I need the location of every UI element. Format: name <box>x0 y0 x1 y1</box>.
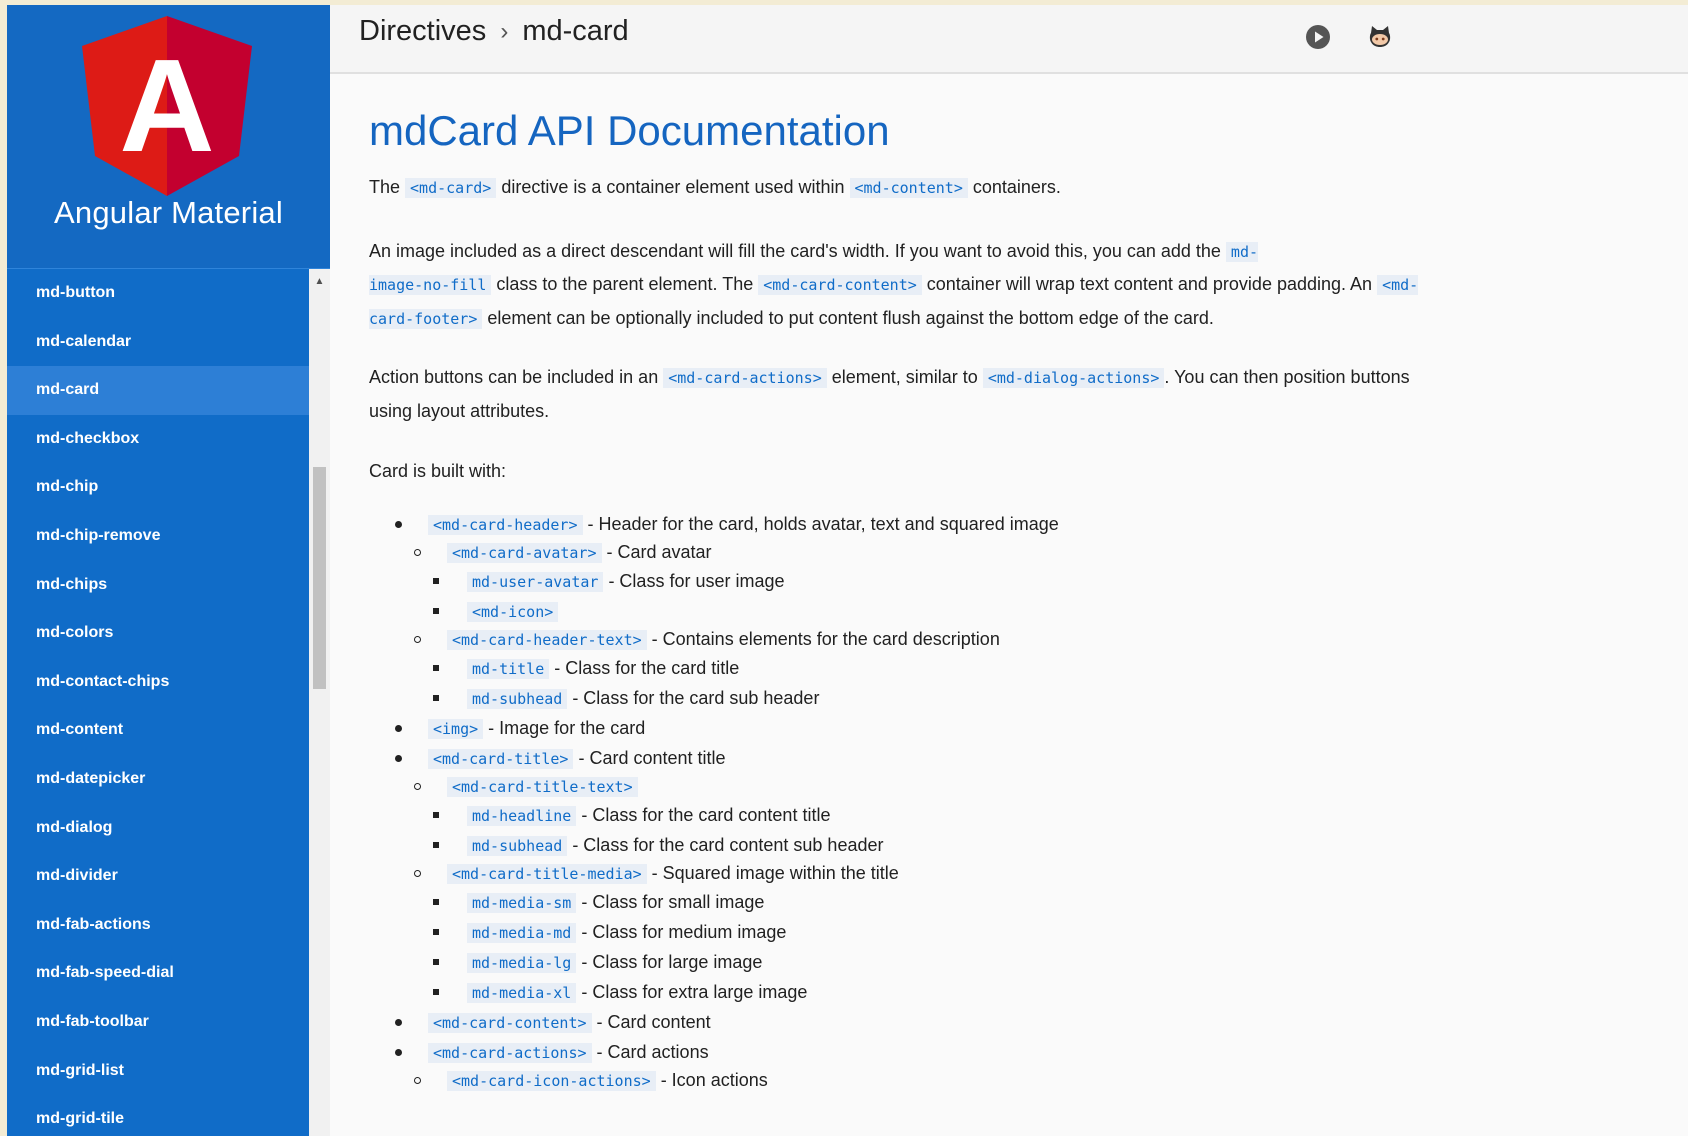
sidebar-item-md-grid-tile[interactable]: md-grid-tile <box>7 1095 309 1136</box>
sidebar: A Angular Material md-button md-calendar… <box>7 5 330 1136</box>
chevron-right-icon: › <box>500 17 509 45</box>
sidebar-item-md-dialog[interactable]: md-dialog <box>7 804 309 853</box>
list-item: <img> - Image for the card <box>369 713 1429 743</box>
sidebar-scrollbar[interactable]: ▲ <box>309 269 330 1136</box>
sidebar-item-md-fab-toolbar[interactable]: md-fab-toolbar <box>7 998 309 1047</box>
sidebar-item-md-chips[interactable]: md-chips <box>7 561 309 610</box>
sidebar-item-md-colors[interactable]: md-colors <box>7 609 309 658</box>
sidebar-item-md-calendar[interactable]: md-calendar <box>7 318 309 367</box>
list-item: md-title - Class for the card title <box>369 653 1429 683</box>
scroll-up-arrow-icon[interactable]: ▲ <box>309 275 330 289</box>
code-md-card-content: <md-card-content> <box>758 275 922 295</box>
list-item: md-subhead - Class for the card content … <box>369 830 1429 860</box>
doc-content: mdCard API Documentation The <md-card> d… <box>369 100 1429 1094</box>
code-md-dialog-actions: <md-dialog-actions> <box>982 368 1165 388</box>
doc-paragraph-actions: Action buttons can be included in an <md… <box>369 367 1410 421</box>
list-item: <md-icon> <box>369 596 1429 626</box>
sidebar-nav: md-button md-calendar md-card md-checkbo… <box>7 269 309 1136</box>
card-structure-list: <md-card-header> - Header for the card, … <box>369 509 1429 1094</box>
sidebar-item-md-grid-list[interactable]: md-grid-list <box>7 1047 309 1096</box>
top-toolbar: Directives › md-card <box>330 5 1688 74</box>
sidebar-item-md-fab-speed-dial[interactable]: md-fab-speed-dial <box>7 949 309 998</box>
sidebar-item-md-checkbox[interactable]: md-checkbox <box>7 415 309 464</box>
breadcrumb-section[interactable]: Directives <box>359 15 486 48</box>
list-item: md-subhead - Class for the card sub head… <box>369 683 1429 713</box>
sidebar-item-md-chip[interactable]: md-chip <box>7 463 309 512</box>
sidebar-item-md-datepicker[interactable]: md-datepicker <box>7 755 309 804</box>
list-item: md-headline - Class for the card content… <box>369 800 1429 830</box>
breadcrumb-page: md-card <box>522 15 629 47</box>
code-md-card: <md-card> <box>405 178 497 198</box>
list-item: <md-card-actions> - Card actions <box>369 1037 1429 1067</box>
doc-paragraph-built-with: Card is built with: <box>369 461 507 481</box>
sidebar-item-md-fab-actions[interactable]: md-fab-actions <box>7 901 309 950</box>
list-item: md-media-lg - Class for large image <box>369 947 1429 977</box>
list-item: md-media-xl - Class for extra large imag… <box>369 977 1429 1007</box>
sidebar-item-md-content[interactable]: md-content <box>7 706 309 755</box>
angular-logo-icon: A <box>82 16 252 196</box>
brand-name: Angular Material <box>54 195 283 230</box>
github-icon[interactable] <box>1366 23 1394 51</box>
list-item: <md-card-header-text> - Contains element… <box>369 626 1429 653</box>
doc-paragraph-intro: The <md-card> directive is a container e… <box>369 177 1061 198</box>
breadcrumb: Directives › md-card <box>359 15 629 48</box>
code-md-content: <md-content> <box>849 178 968 198</box>
list-item: md-media-md - Class for medium image <box>369 917 1429 947</box>
logo-letter: A <box>119 32 214 179</box>
list-item: <md-card-header> - Header for the card, … <box>369 509 1429 539</box>
list-item: <md-card-title-text> <box>369 773 1429 800</box>
scroll-thumb[interactable] <box>313 467 326 689</box>
list-item: md-user-avatar - Class for user image <box>369 566 1429 596</box>
list-item: <md-card-content> - Card content <box>369 1007 1429 1037</box>
app-window: A Angular Material md-button md-calendar… <box>7 5 1688 1136</box>
sidebar-item-md-contact-chips[interactable]: md-contact-chips <box>7 658 309 707</box>
play-circle-icon[interactable] <box>1304 23 1332 51</box>
list-item: <md-card-avatar> - Card avatar <box>369 539 1429 566</box>
sidebar-item-md-button[interactable]: md-button <box>7 269 309 318</box>
sidebar-item-md-divider[interactable]: md-divider <box>7 852 309 901</box>
sidebar-item-md-chip-remove[interactable]: md-chip-remove <box>7 512 309 561</box>
code-md-card-actions: <md-card-actions> <box>663 368 827 388</box>
list-item: <md-card-title> - Card content title <box>369 743 1429 773</box>
brand-header[interactable]: A Angular Material <box>7 5 330 269</box>
page-title: mdCard API Documentation <box>369 107 890 154</box>
list-item: <md-card-title-media> - Squared image wi… <box>369 860 1429 887</box>
list-item: <md-card-icon-actions> - Icon actions <box>369 1067 1429 1094</box>
list-item: md-media-sm - Class for small image <box>369 887 1429 917</box>
sidebar-item-md-card[interactable]: md-card <box>7 366 309 415</box>
doc-paragraph-image: An image included as a direct descendant… <box>369 240 1419 329</box>
